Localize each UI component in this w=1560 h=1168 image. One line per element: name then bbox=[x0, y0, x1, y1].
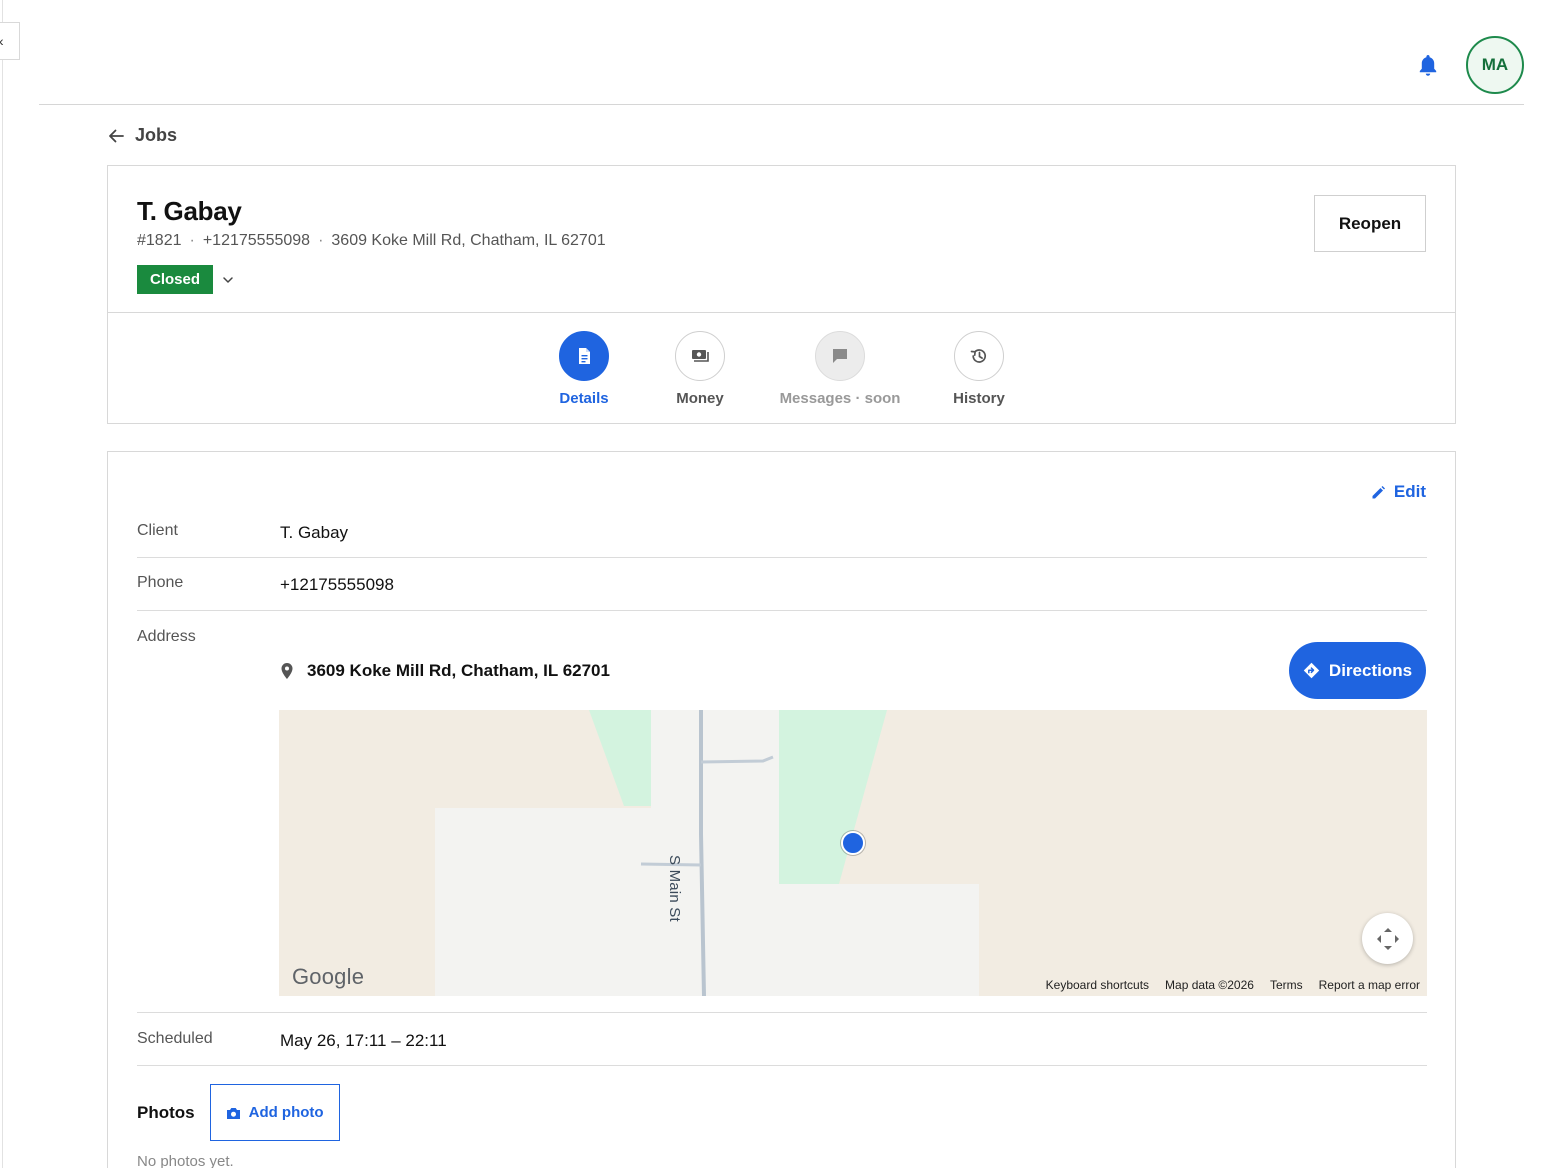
chat-icon bbox=[833, 349, 847, 363]
bell-icon[interactable] bbox=[1416, 53, 1440, 79]
pencil-icon bbox=[1372, 485, 1385, 498]
tab-money-label: Money bbox=[676, 390, 724, 407]
back-to-jobs-link[interactable]: Jobs bbox=[107, 125, 177, 146]
add-photo-label: Add photo bbox=[248, 1104, 324, 1121]
phone-label: Phone bbox=[137, 574, 184, 591]
edit-button[interactable]: Edit bbox=[1371, 482, 1426, 502]
address-line: 3609 Koke Mill Rd, Chatham, IL 62701 bbox=[279, 661, 610, 681]
tab-messages: Messages · soon bbox=[760, 331, 920, 407]
job-summary: T. Gabay #1821 · +12175555098 · 3609 Kok… bbox=[108, 166, 1455, 313]
tab-messages-circle bbox=[815, 331, 865, 381]
arrow-left-icon bbox=[109, 129, 124, 142]
scheduled-value: May 26, 17:11 – 22:11 bbox=[280, 1031, 447, 1050]
job-number: #1821 bbox=[137, 232, 182, 249]
job-phone: +12175555098 bbox=[202, 232, 311, 249]
job-tabs: Details Money Messages · soon History bbox=[108, 314, 1455, 424]
tab-history[interactable]: History bbox=[899, 331, 1059, 407]
directions-label: Directions bbox=[1328, 660, 1413, 680]
tab-history-label: History bbox=[953, 390, 1005, 407]
sidebar-collapse-button[interactable]: ‹ bbox=[0, 22, 20, 60]
meta-separator: · bbox=[318, 232, 324, 249]
client-row: Client T. Gabay bbox=[137, 508, 1427, 558]
map-terms-link[interactable]: Terms bbox=[1270, 978, 1303, 992]
fullscreen-icon bbox=[1376, 927, 1399, 950]
meta-separator: · bbox=[189, 232, 195, 249]
back-label: Jobs bbox=[135, 125, 178, 145]
map[interactable]: S Main St Google Keyboard shortcuts Map … bbox=[279, 710, 1427, 996]
page-title: T. Gabay bbox=[137, 196, 242, 226]
details-card: Edit Client T. Gabay Phone +12175555098 … bbox=[107, 451, 1456, 1168]
edit-label: Edit bbox=[1393, 482, 1426, 501]
history-icon bbox=[970, 349, 987, 363]
camera-icon bbox=[226, 1107, 240, 1119]
tab-messages-label: Messages · soon bbox=[779, 390, 901, 407]
street-label: S Main St bbox=[666, 855, 683, 922]
location-pin bbox=[841, 831, 865, 855]
left-rail bbox=[0, 0, 3, 1168]
status-dropdown[interactable]: Closed bbox=[137, 265, 235, 294]
address-value: 3609 Koke Mill Rd, Chatham, IL 62701 bbox=[307, 661, 610, 680]
google-logo: Google bbox=[292, 964, 365, 989]
client-label: Client bbox=[137, 522, 178, 539]
tab-history-circle[interactable] bbox=[954, 331, 1004, 381]
tab-money[interactable]: Money bbox=[620, 331, 780, 407]
map-data-text: Map data ©2026 bbox=[1165, 978, 1254, 992]
map-fullscreen-button[interactable] bbox=[1362, 913, 1413, 964]
tab-details-circle[interactable] bbox=[559, 331, 609, 381]
document-icon bbox=[579, 348, 590, 364]
directions-icon bbox=[1303, 662, 1320, 679]
map-attribution: Keyboard shortcuts Map data ©2026 Terms … bbox=[1046, 978, 1420, 992]
scheduled-label: Scheduled bbox=[137, 1030, 213, 1047]
job-address: 3609 Koke Mill Rd, Chatham, IL 62701 bbox=[331, 232, 606, 249]
status-badge[interactable]: Closed bbox=[137, 265, 214, 294]
address-label: Address bbox=[137, 628, 196, 645]
phone-value: +12175555098 bbox=[280, 575, 394, 594]
avatar[interactable]: MA bbox=[1466, 36, 1524, 94]
photos-row: Photos Add photo bbox=[137, 1084, 340, 1141]
job-meta: #1821 · +12175555098 · 3609 Koke Mill Rd… bbox=[137, 232, 606, 250]
photos-label: Photos bbox=[137, 1102, 195, 1122]
tab-details-label: Details bbox=[559, 390, 609, 407]
reopen-button[interactable]: Reopen bbox=[1314, 195, 1426, 252]
add-photo-button[interactable]: Add photo bbox=[209, 1084, 340, 1141]
chevron-left-icon: ‹ bbox=[0, 33, 4, 49]
money-icon bbox=[692, 350, 709, 362]
chevron-down-icon[interactable] bbox=[221, 273, 235, 287]
client-value: T. Gabay bbox=[280, 523, 349, 542]
job-header-card: T. Gabay #1821 · +12175555098 · 3609 Kok… bbox=[107, 165, 1456, 424]
no-photos-text: No photos yet. bbox=[137, 1153, 234, 1168]
map-pin-icon bbox=[281, 663, 293, 679]
tab-money-circle[interactable] bbox=[675, 331, 725, 381]
top-bar bbox=[39, 0, 1524, 105]
map-report-error-link[interactable]: Report a map error bbox=[1319, 978, 1420, 992]
directions-button[interactable]: Directions bbox=[1289, 642, 1426, 699]
phone-row: Phone +12175555098 bbox=[137, 558, 1427, 611]
map-keyboard-shortcuts-link[interactable]: Keyboard shortcuts bbox=[1046, 978, 1149, 992]
scheduled-row: Scheduled May 26, 17:11 – 22:11 bbox=[137, 1013, 1427, 1066]
